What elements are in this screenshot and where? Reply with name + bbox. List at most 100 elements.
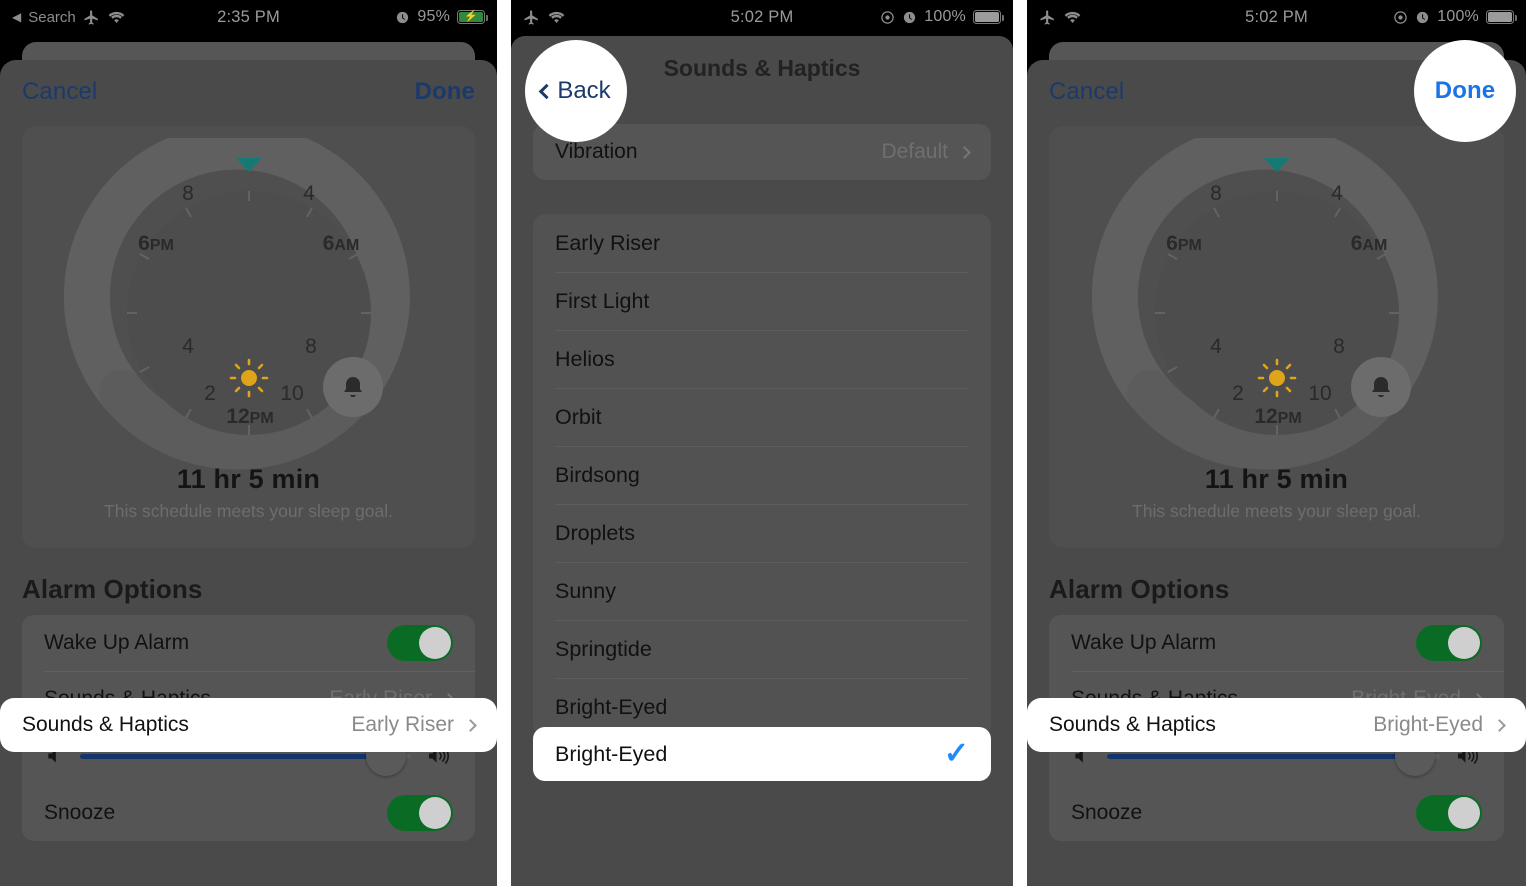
highlight-sounds-haptics-label: Sounds & Haptics [1049, 713, 1216, 736]
vibration-value: Default [881, 140, 948, 163]
sheet-header: Cancel Done [0, 60, 497, 124]
highlight-sounds-haptics-row[interactable]: Sounds & Haptics Early Riser [0, 698, 497, 752]
panel-alarm-options-after: 5:02 PM 100% Cancel Done [1027, 0, 1526, 886]
row-wake-up-alarm[interactable]: Wake Up Alarm [22, 615, 475, 671]
panel-alarm-options-before: ◀ Search 2:35 PM 95% ⚡ Cancel Done 8 4 6… [0, 0, 497, 886]
dial-tick-4pm: 4 [182, 335, 194, 358]
wake-handle [1350, 357, 1411, 417]
chevron-left-icon [539, 83, 555, 99]
highlight-selected-sound-row[interactable]: Bright-Eyed ✓ [533, 727, 991, 781]
sound-name: Springtide [555, 636, 652, 661]
highlight-back-button[interactable]: Back [525, 40, 627, 142]
sleep-dial[interactable]: 8 4 6PM 6AM 4 8 2 10 12PM [22, 132, 475, 470]
wake-handle [322, 357, 383, 417]
sound-name: First Light [555, 288, 650, 313]
list-item[interactable]: Sunny [533, 562, 991, 620]
list-item[interactable]: Early Riser [533, 214, 991, 272]
sleep-schedule-card: 8 4 6PM 6AM 4 8 2 10 12PM 11 hr 5 min Th… [22, 126, 475, 548]
battery-icon [1486, 10, 1518, 24]
done-button[interactable]: Done [415, 78, 475, 106]
back-button-highlighted[interactable]: Back [539, 77, 611, 105]
highlight-sounds-haptics-label: Sounds & Haptics [22, 713, 189, 736]
battery-icon [973, 10, 1005, 24]
vibration-label: Vibration [555, 140, 638, 163]
highlight-sounds-haptics-value: Early Riser [351, 713, 454, 736]
tutorial-board: ◀ Search 2:35 PM 95% ⚡ Cancel Done 8 4 6… [0, 0, 1526, 886]
status-bar: 5:02 PM 100% [511, 0, 1013, 34]
status-bar: 5:02 PM 100% [1027, 0, 1526, 34]
list-item[interactable]: First Light [533, 272, 991, 330]
snooze-label: Snooze [1071, 801, 1143, 824]
snooze-label: Snooze [44, 801, 116, 824]
edit-schedule-sheet: Cancel Done [1027, 60, 1526, 886]
dial-tick-2pm: 2 [204, 382, 216, 405]
sound-name: Birdsong [555, 462, 640, 487]
list-item[interactable]: Springtide [533, 620, 991, 678]
sound-name: Bright-Eyed [555, 694, 668, 719]
sound-name: Sunny [555, 578, 616, 603]
sleep-schedule-card: 8 4 6PM 6AM 4 8 2 10 12PM 11 hr 5 min Th… [1049, 126, 1504, 548]
wake-up-alarm-toggle[interactable] [387, 625, 453, 661]
status-bar-time: 2:35 PM [217, 7, 280, 26]
alarm-options-title: Alarm Options [22, 574, 203, 604]
dial-tick-8am: 8 [305, 335, 317, 358]
done-button-highlighted[interactable]: Done [1435, 77, 1495, 105]
highlight-sounds-haptics-value-wrap: Bright-Eyed [1373, 713, 1506, 737]
chevron-right-icon [958, 145, 971, 159]
highlight-done-button[interactable]: Done [1414, 40, 1516, 142]
dial-tick-2pm: 2 [1232, 382, 1244, 405]
list-item[interactable]: Helios [533, 330, 991, 388]
sleep-dial-graphic[interactable]: 8 4 6PM 6AM 4 8 2 10 12PM [63, 138, 434, 478]
chevron-right-icon [1493, 718, 1506, 732]
sound-name: Helios [555, 346, 615, 371]
list-item[interactable]: Orbit [533, 388, 991, 446]
volume-slider[interactable] [80, 736, 411, 776]
vibration-value-wrap: Default [881, 140, 971, 164]
sleep-goal-note: This schedule meets your sleep goal. [104, 501, 393, 521]
status-bar-time: 5:02 PM [730, 7, 794, 26]
panel-divider-1 [497, 0, 511, 886]
dial-tick-8pm: 8 [1210, 182, 1222, 205]
dial-tick-4pm: 4 [1210, 335, 1222, 358]
sleep-goal-note: This schedule meets your sleep goal. [1132, 501, 1421, 521]
highlight-sounds-haptics-value-wrap: Early Riser [351, 713, 477, 737]
status-bar-time: 5:02 PM [1245, 7, 1308, 26]
alarm-options-title: Alarm Options [1049, 574, 1230, 604]
highlight-sounds-haptics-row[interactable]: Sounds & Haptics Bright-Eyed [1027, 698, 1526, 752]
volume-slider[interactable] [1107, 736, 1440, 776]
snooze-toggle[interactable] [1416, 795, 1482, 831]
highlight-sounds-haptics-value: Bright-Eyed [1373, 713, 1483, 736]
cancel-button[interactable]: Cancel [22, 78, 97, 106]
sleep-dial[interactable]: 8 4 6PM 6AM 4 8 2 10 12PM [1049, 132, 1504, 470]
list-item[interactable]: Birdsong [533, 446, 991, 504]
wake-up-alarm-toggle[interactable] [1416, 625, 1482, 661]
sleep-dial-graphic[interactable]: 8 4 6PM 6AM 4 8 2 10 12PM [1091, 138, 1462, 478]
cancel-button[interactable]: Cancel [1049, 78, 1124, 106]
dial-tick-10am: 10 [1308, 382, 1331, 405]
dial-tick-8pm: 8 [182, 182, 194, 205]
dial-tick-4am: 4 [1331, 182, 1343, 205]
status-bar: ◀ Search 2:35 PM 95% ⚡ [0, 0, 497, 34]
chevron-right-icon [464, 718, 477, 732]
edit-schedule-sheet: Cancel Done [0, 60, 497, 886]
back-button-label: Back [557, 77, 611, 104]
wake-up-alarm-label: Wake Up Alarm [44, 631, 190, 654]
battery-icon: ⚡ [457, 10, 489, 24]
selected-sound-name: Bright-Eyed [555, 741, 668, 766]
dial-tick-8am: 8 [1333, 335, 1345, 358]
row-wake-up-alarm[interactable]: Wake Up Alarm [1049, 615, 1504, 671]
checkmark-icon: ✓ [943, 737, 969, 770]
row-snooze[interactable]: Snooze [22, 785, 475, 841]
panel-divider-2 [1013, 0, 1027, 886]
list-item[interactable]: Droplets [533, 504, 991, 562]
panel-sounds-haptics-list: 5:02 PM 100% Back Sounds & Haptics Vibra… [511, 0, 1013, 886]
dial-tick-10am: 10 [280, 382, 303, 405]
row-snooze[interactable]: Snooze [1049, 785, 1504, 841]
wake-up-alarm-label: Wake Up Alarm [1071, 631, 1217, 654]
sound-name: Droplets [555, 520, 636, 545]
sound-name: Orbit [555, 404, 602, 429]
sound-name: Early Riser [555, 230, 661, 255]
dial-tick-4am: 4 [303, 182, 315, 205]
charging-bolt-icon: ⚡ [464, 10, 478, 23]
snooze-toggle[interactable] [387, 795, 453, 831]
